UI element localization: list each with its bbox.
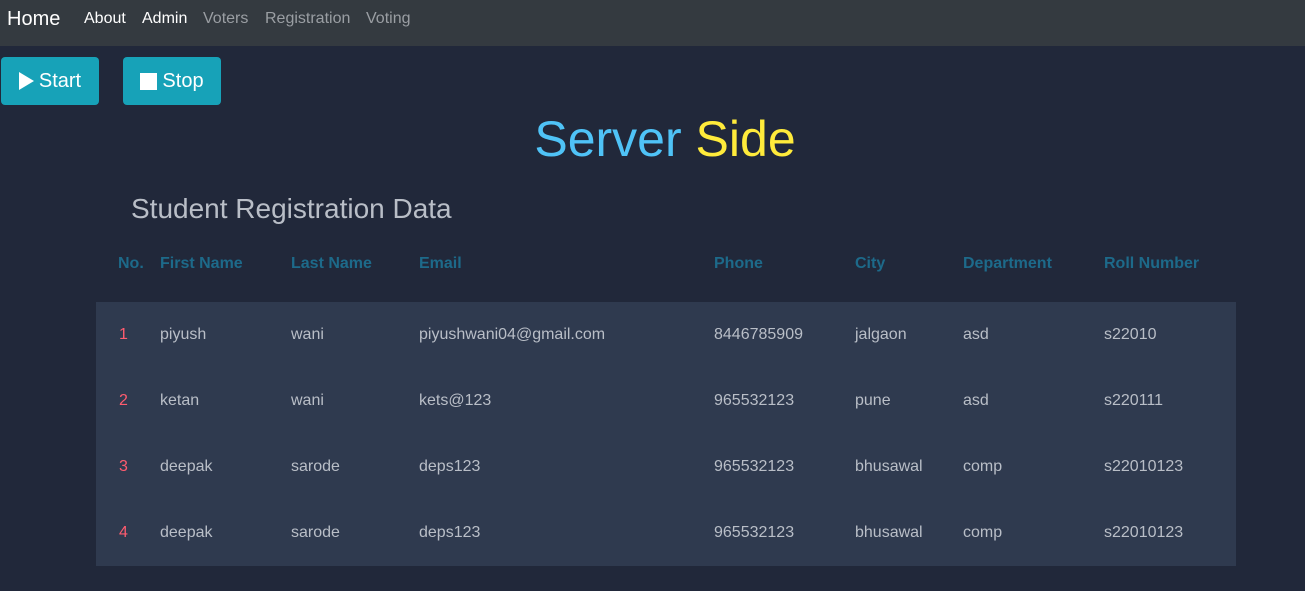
table-row: 2 ketan wani kets@123 965532123 pune asd… — [96, 368, 1236, 434]
table-body: 1 piyush wani piyushwani04@gmail.com 844… — [96, 302, 1236, 566]
page-title-word-side: Side — [695, 111, 796, 167]
cell-city: bhusawal — [855, 524, 923, 541]
column-header-no: No. — [118, 255, 144, 272]
cell-department: comp — [963, 524, 1003, 541]
nav-link-voting[interactable]: Voting — [366, 10, 410, 28]
table-heading: Student Registration Data — [131, 193, 452, 224]
cell-email: deps123 — [419, 458, 481, 475]
cell-email: piyushwani04@gmail.com — [419, 326, 606, 343]
cell-city: pune — [855, 392, 891, 409]
nav-link-registration[interactable]: Registration — [265, 10, 350, 28]
nav-brand-home[interactable]: Home — [7, 8, 60, 31]
cell-no: 3 — [119, 458, 128, 475]
page-title-word-server: Server — [534, 111, 682, 167]
cell-first-name: ketan — [160, 392, 200, 409]
cell-first-name: deepak — [160, 458, 213, 475]
cell-phone: 965532123 — [714, 392, 795, 409]
cell-phone: 965532123 — [714, 458, 795, 475]
cell-last-name: wani — [291, 326, 324, 343]
column-header-roll-number: Roll Number — [1104, 255, 1200, 272]
cell-roll-number: s220111 — [1104, 392, 1164, 409]
cell-city: bhusawal — [855, 458, 923, 475]
table-row: 3 deepak sarode deps123 965532123 bhusaw… — [96, 434, 1236, 500]
stop-button-label: Stop — [162, 69, 204, 92]
column-header-email: Email — [419, 255, 462, 272]
cell-no: 2 — [119, 392, 128, 409]
play-icon — [18, 72, 34, 90]
cell-department: comp — [963, 458, 1003, 475]
page-title: Server Side — [0, 110, 1305, 168]
stop-button[interactable]: Stop — [123, 57, 221, 105]
column-header-city: City — [855, 255, 886, 272]
nav-link-about[interactable]: About — [84, 10, 126, 28]
start-button[interactable]: Start — [1, 57, 99, 105]
cell-phone: 965532123 — [714, 524, 795, 541]
cell-department: asd — [963, 392, 989, 409]
nav-link-admin[interactable]: Admin — [142, 10, 187, 28]
cell-city: jalgaon — [855, 326, 907, 343]
cell-last-name: sarode — [291, 458, 340, 475]
cell-roll-number: s22010123 — [1104, 458, 1184, 475]
cell-phone: 8446785909 — [714, 326, 803, 343]
start-button-label: Start — [38, 69, 82, 92]
cell-roll-number: s22010123 — [1104, 524, 1184, 541]
stop-icon — [140, 72, 158, 90]
table-row: 4 deepak sarode deps123 965532123 bhusaw… — [96, 500, 1236, 566]
column-header-first-name: First Name — [160, 255, 243, 272]
cell-roll-number: s22010 — [1104, 326, 1157, 343]
cell-last-name: wani — [291, 392, 324, 409]
column-header-last-name: Last Name — [291, 255, 372, 272]
cell-last-name: sarode — [291, 524, 340, 541]
navbar: Home About Admin Voters Registration Vot… — [0, 0, 1305, 46]
column-header-phone: Phone — [714, 255, 763, 272]
cell-email: kets@123 — [419, 392, 492, 409]
cell-department: asd — [963, 326, 989, 343]
nav-link-voters[interactable]: Voters — [203, 10, 248, 28]
cell-email: deps123 — [419, 524, 481, 541]
column-header-department: Department — [963, 255, 1052, 272]
cell-no: 1 — [119, 326, 128, 343]
cell-first-name: piyush — [160, 326, 207, 343]
table-row: 1 piyush wani piyushwani04@gmail.com 844… — [96, 302, 1236, 368]
cell-no: 4 — [119, 524, 128, 541]
cell-first-name: deepak — [160, 524, 213, 541]
